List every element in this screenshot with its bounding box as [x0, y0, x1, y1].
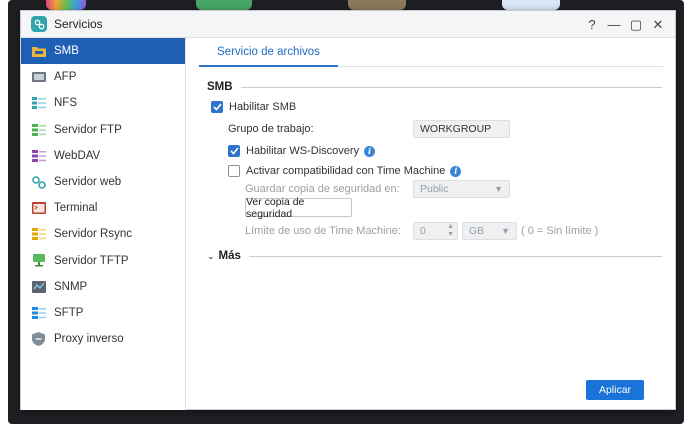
- sidebar-item-afp[interactable]: AFP: [21, 64, 185, 90]
- section-divider: [248, 255, 662, 257]
- apply-button[interactable]: Aplicar: [586, 380, 644, 400]
- desktop-app-icon-blue: [502, 0, 560, 10]
- sidebar-item-proxy[interactable]: Proxy inverso: [21, 326, 185, 352]
- terminal-icon: [31, 201, 46, 215]
- sidebar-item-ftp[interactable]: Servidor FTP: [21, 117, 185, 143]
- limit-label: Límite de uso de Time Machine:: [245, 225, 401, 237]
- section-more-title: Más: [218, 250, 241, 262]
- section-smb-title: SMB: [207, 81, 233, 93]
- limit-hint: ( 0 = Sin límite ): [521, 225, 599, 237]
- window-controls: ? — ▢ ✕: [581, 11, 669, 38]
- desktop-app-icon-gear: [348, 0, 406, 10]
- proxy-shield-icon: [31, 332, 46, 347]
- chevron-down-icon: ▼: [494, 184, 503, 194]
- sidebar-item-sftp[interactable]: SFTP: [21, 300, 185, 326]
- sidebar-item-label: SNMP: [54, 280, 88, 293]
- workgroup-value: WORKGROUP: [420, 123, 492, 135]
- sidebar-item-rsync[interactable]: Servidor Rsync: [21, 221, 185, 247]
- enable-smb-checkbox[interactable]: [211, 101, 223, 113]
- sidebar-item-snmp[interactable]: SNMP: [21, 274, 185, 300]
- ws-discovery-label: Habilitar WS-Discovery: [246, 145, 360, 157]
- sidebar-item-label: Servidor TFTP: [54, 254, 129, 267]
- time-machine-label: Activar compatibilidad con Time Machine: [246, 165, 446, 177]
- maximize-icon[interactable]: ▢: [625, 14, 647, 36]
- web-server-icon: [31, 175, 46, 189]
- services-window: Servicios ? — ▢ ✕ SMB AFP NFS Servidor F…: [20, 10, 676, 410]
- time-machine-checkbox[interactable]: [228, 165, 240, 177]
- backup-dest-label: Guardar copia de seguridad en:: [245, 183, 400, 195]
- workgroup-input[interactable]: WORKGROUP: [413, 120, 510, 138]
- limit-value: 0: [420, 225, 426, 237]
- stepper-arrows-icon[interactable]: ▲ ▼: [447, 223, 454, 239]
- sidebar-item-label: AFP: [54, 71, 77, 84]
- services-app-icon: [31, 16, 47, 32]
- close-icon[interactable]: ✕: [647, 14, 669, 36]
- help-icon[interactable]: ?: [581, 14, 603, 36]
- enable-smb-row[interactable]: Habilitar SMB: [211, 101, 296, 113]
- main-panel: Servicio de archivos SMB Habilitar SMB G…: [187, 38, 676, 410]
- sidebar-item-terminal[interactable]: Terminal: [21, 195, 185, 221]
- enable-smb-label: Habilitar SMB: [229, 101, 297, 113]
- section-smb: SMB: [207, 81, 662, 93]
- sidebar-item-label: Servidor Rsync: [54, 228, 132, 241]
- services-sidebar: SMB AFP NFS Servidor FTP WebDAV Servidor…: [21, 38, 186, 410]
- ws-discovery-row[interactable]: Habilitar WS-Discovery i: [228, 145, 376, 157]
- sidebar-item-label: NFS: [54, 97, 77, 110]
- sidebar-item-web-server[interactable]: Servidor web: [21, 169, 185, 195]
- backup-dest-select[interactable]: Public ▼: [413, 180, 510, 198]
- tab-bar: Servicio de archivos: [199, 38, 663, 67]
- section-divider: [240, 86, 662, 88]
- nfs-icon: [31, 96, 46, 110]
- view-backup-button[interactable]: Ver copia de seguridad: [245, 196, 352, 220]
- section-more[interactable]: ⌄ Más: [207, 250, 662, 262]
- sidebar-item-label: Servidor FTP: [54, 123, 122, 136]
- backup-dest-row: Guardar copia de seguridad en:: [245, 183, 400, 195]
- chevron-down-icon: ▼: [501, 226, 510, 236]
- afp-icon: [31, 70, 46, 84]
- limit-value-stepper[interactable]: 0 ▲ ▼: [413, 222, 458, 240]
- window-title: Servicios: [54, 17, 103, 31]
- limit-unit: GB: [469, 225, 485, 237]
- rsync-icon: [31, 227, 46, 241]
- sidebar-item-tftp[interactable]: Servidor TFTP: [21, 248, 185, 274]
- snmp-icon: [31, 280, 46, 294]
- sidebar-item-smb[interactable]: SMB: [21, 38, 185, 65]
- sidebar-item-nfs[interactable]: NFS: [21, 90, 185, 116]
- time-machine-row[interactable]: Activar compatibilidad con Time Machine …: [228, 165, 462, 177]
- chevron-down-icon[interactable]: ⌄: [207, 251, 215, 262]
- sidebar-item-label: Servidor web: [54, 176, 122, 189]
- info-icon[interactable]: i: [450, 165, 462, 177]
- smb-folder-icon: [31, 44, 46, 58]
- info-icon[interactable]: i: [364, 145, 376, 157]
- workgroup-label: Grupo de trabajo:: [228, 123, 314, 135]
- sidebar-item-webdav[interactable]: WebDAV: [21, 143, 185, 169]
- tab-file-service[interactable]: Servicio de archivos: [199, 38, 338, 67]
- limit-hint-row: ( 0 = Sin límite ): [521, 225, 598, 237]
- limit-row: Límite de uso de Time Machine:: [245, 225, 401, 237]
- window-titlebar[interactable]: Servicios ? — ▢ ✕: [21, 11, 675, 38]
- desktop-app-icon-rainbow: [46, 0, 86, 10]
- sidebar-item-label: Proxy inverso: [54, 333, 124, 346]
- ws-discovery-checkbox[interactable]: [228, 145, 240, 157]
- backup-dest-value: Public: [420, 183, 449, 195]
- limit-unit-select[interactable]: GB ▼: [462, 222, 517, 240]
- ftp-icon: [31, 123, 46, 137]
- sidebar-item-label: WebDAV: [54, 149, 101, 162]
- sidebar-item-label: Terminal: [54, 202, 98, 215]
- tftp-icon: [31, 254, 46, 268]
- sidebar-item-label: SMB: [54, 45, 79, 58]
- sftp-icon: [31, 306, 46, 320]
- desktop-app-icon-green: [196, 0, 252, 10]
- workgroup-row: Grupo de trabajo:: [228, 123, 314, 135]
- sidebar-item-label: SFTP: [54, 306, 84, 319]
- minimize-icon[interactable]: —: [603, 14, 625, 36]
- webdav-icon: [31, 149, 46, 163]
